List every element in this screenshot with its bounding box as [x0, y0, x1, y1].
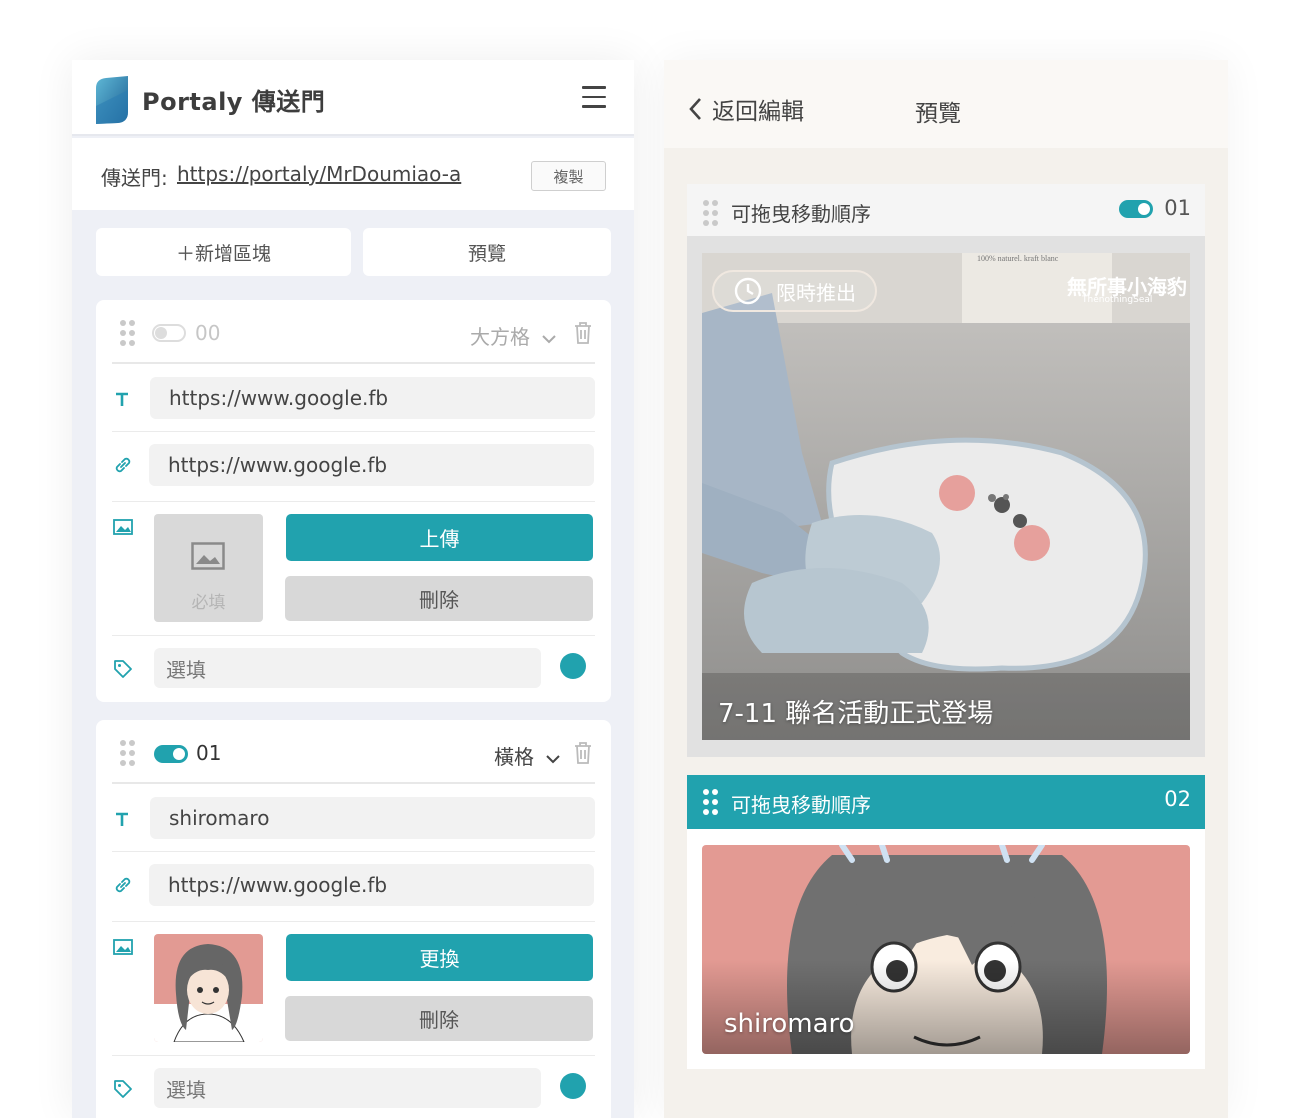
block-toggle[interactable] [152, 324, 186, 342]
title-input[interactable]: shiromaro [150, 797, 595, 839]
card-number: 02 [1164, 787, 1191, 811]
tag-row: 選填 [112, 1056, 595, 1118]
card-number: 01 [1164, 196, 1191, 220]
tag-input[interactable]: 選填 [154, 648, 541, 688]
drag-hint: 可拖曳移動順序 [731, 202, 871, 226]
drag-handle-icon[interactable] [120, 740, 136, 766]
preview-panel: 返回編輯 預覽 可拖曳移動順序 01 100% naturel. kraft b… [664, 60, 1228, 1118]
color-picker[interactable] [560, 1073, 586, 1099]
delete-image-button[interactable]: 刪除 [285, 576, 593, 621]
limited-badge: 限時推出 [712, 270, 877, 312]
editor-panel: Portaly 傳送門 傳送門: https://portaly/MrDoumi… [72, 60, 634, 1118]
link-input[interactable]: https://www.google.fb [149, 864, 594, 906]
badge-label: 限時推出 [776, 280, 856, 305]
portal-url-link[interactable]: https://portaly/MrDoumiao-a [177, 162, 461, 186]
link-icon [115, 877, 131, 893]
portal-url-bar: 傳送門: https://portaly/MrDoumiao-a 複製 [72, 138, 634, 210]
block-header: 00 大方格 [112, 300, 595, 364]
layout-select[interactable]: 大方格 [470, 321, 557, 350]
block-number: 00 [195, 321, 221, 345]
image-icon [191, 542, 225, 570]
layout-select-value: 橫格 [494, 745, 534, 769]
link-input[interactable]: https://www.google.fb [149, 444, 594, 486]
title-input[interactable]: https://www.google.fb [150, 377, 595, 419]
link-row: https://www.google.fb [112, 852, 595, 922]
logo-icon [96, 76, 128, 124]
back-label: 返回編輯 [712, 99, 804, 125]
required-hint: 必填 [191, 593, 226, 613]
block-number: 01 [196, 741, 222, 765]
card-toggle[interactable] [1119, 200, 1153, 218]
tag-input[interactable]: 選填 [154, 1068, 541, 1108]
back-chevron-icon [689, 98, 701, 120]
layout-select[interactable]: 橫格 [494, 741, 561, 770]
text-icon [116, 392, 128, 406]
image-icon [113, 519, 133, 535]
drag-handle-icon[interactable] [120, 320, 136, 346]
title-row: https://www.google.fb [112, 364, 595, 432]
preview-title: 預覽 [915, 101, 961, 127]
image-row: 必填 上傳 刪除 [112, 502, 595, 636]
block-toggle[interactable] [154, 745, 188, 763]
menu-icon[interactable] [582, 86, 606, 108]
portal-label: 傳送門: [101, 166, 168, 190]
preview-card-02[interactable]: 可拖曳移動順序 02 shiromaro [687, 775, 1205, 1069]
image-row: 更換 刪除 [112, 922, 595, 1056]
avatar-illustration [154, 944, 263, 1042]
slipper-photo: 100% naturel. kraft blanc [702, 253, 1190, 740]
drag-handle-icon[interactable] [703, 789, 719, 815]
tag-icon [114, 660, 132, 678]
upload-button[interactable]: 上傳 [286, 514, 593, 561]
trash-icon[interactable] [573, 321, 593, 345]
card-caption: shiromaro [724, 1009, 855, 1039]
copy-button[interactable]: 複製 [531, 161, 606, 191]
add-block-button[interactable]: ＋新增區塊 [96, 228, 351, 276]
drag-handle-icon[interactable] [703, 200, 719, 226]
title-row: shiromaro [112, 784, 595, 852]
tag-icon [114, 1080, 132, 1098]
app-header: Portaly 傳送門 [72, 60, 634, 136]
layout-select-value: 大方格 [470, 325, 530, 349]
clock-icon [734, 277, 762, 305]
photo-label: 100% naturel. kraft blanc [977, 254, 1059, 263]
block-card-00: 00 大方格 https://www.google.fb https://www… [96, 300, 611, 702]
preview-card-01[interactable]: 可拖曳移動順序 01 100% naturel. kraft blanc 限時推… [687, 184, 1205, 757]
text-icon [116, 812, 128, 826]
preview-header: 返回編輯 預覽 [664, 60, 1228, 148]
image-placeholder[interactable]: 必填 [154, 514, 263, 622]
card-image: 100% naturel. kraft blanc 限時推出 無所事小海豹 Th… [702, 253, 1190, 740]
brand-name: Portaly 傳送門 [142, 88, 326, 116]
tag-row: 選填 [112, 636, 595, 702]
preview-button[interactable]: 預覽 [363, 228, 611, 276]
replace-button[interactable]: 更換 [286, 934, 593, 981]
link-icon [115, 457, 131, 473]
image-icon [113, 939, 133, 955]
block-header: 01 橫格 [112, 720, 595, 784]
drag-hint: 可拖曳移動順序 [731, 793, 871, 817]
chevron-down-icon [542, 334, 557, 343]
preview-card-header: 可拖曳移動順序 02 [687, 775, 1205, 829]
card-image: shiromaro [702, 845, 1190, 1054]
chevron-down-icon [546, 754, 561, 763]
preview-card-header: 可拖曳移動順序 01 [687, 184, 1205, 236]
trash-icon[interactable] [573, 741, 593, 765]
card-caption: 7-11 聯名活動正式登場 [718, 699, 994, 729]
link-row: https://www.google.fb [112, 432, 595, 502]
delete-image-button[interactable]: 刪除 [285, 996, 593, 1041]
block-card-01: 01 橫格 shiromaro https://www.google.fb 更換… [96, 720, 611, 1118]
color-picker[interactable] [560, 653, 586, 679]
image-thumbnail[interactable] [154, 934, 263, 1042]
watermark-sub: ThenothingSeal [1082, 295, 1153, 305]
back-button[interactable]: 返回編輯 [688, 92, 804, 126]
